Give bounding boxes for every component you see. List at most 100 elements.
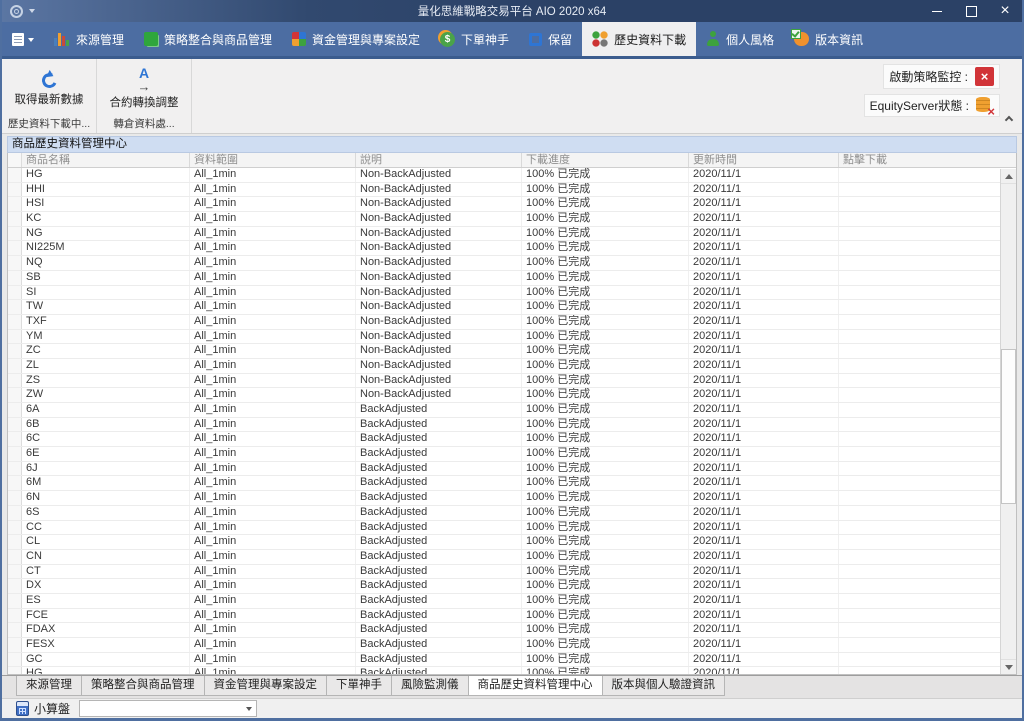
row-selector-cell[interactable] [8, 565, 22, 579]
row-selector-cell[interactable] [8, 286, 22, 300]
column-header-description[interactable]: 說明 [356, 153, 522, 167]
minimize-button[interactable] [920, 0, 954, 22]
cell-click-download[interactable] [839, 227, 1000, 241]
cell-click-download[interactable] [839, 521, 1000, 535]
ribbon-tab[interactable]: 歷史資料下載 [582, 22, 696, 56]
cell-click-download[interactable] [839, 212, 1000, 226]
cell-click-download[interactable] [839, 623, 1000, 637]
cell-click-download[interactable] [839, 286, 1000, 300]
column-header-click-download[interactable]: 點擊下載 [839, 153, 1016, 167]
table-row[interactable]: HG All_1min BackAdjusted 100% 已完成 2020/1… [8, 667, 1000, 674]
cell-click-download[interactable] [839, 183, 1000, 197]
row-selector-cell[interactable] [8, 300, 22, 314]
cell-click-download[interactable] [839, 418, 1000, 432]
cell-click-download[interactable] [839, 315, 1000, 329]
table-row[interactable]: CT All_1min BackAdjusted 100% 已完成 2020/1… [8, 565, 1000, 580]
ribbon-tab[interactable]: 下單神手 [430, 22, 519, 56]
ribbon-tab[interactable]: 版本資訊 [784, 22, 873, 56]
maximize-button[interactable] [954, 0, 988, 22]
table-row[interactable]: YM All_1min Non-BackAdjusted 100% 已完成 20… [8, 330, 1000, 345]
bottom-tab[interactable]: 商品歷史資料管理中心 [468, 676, 603, 696]
table-row[interactable]: NQ All_1min Non-BackAdjusted 100% 已完成 20… [8, 256, 1000, 271]
column-header-product-name[interactable]: 商品名稱 [22, 153, 190, 167]
table-row[interactable]: 6C All_1min BackAdjusted 100% 已完成 2020/1… [8, 432, 1000, 447]
row-selector-cell[interactable] [8, 447, 22, 461]
row-selector-cell[interactable] [8, 535, 22, 549]
cell-click-download[interactable] [839, 271, 1000, 285]
ribbon-group-footer[interactable]: 轉倉資料處... [97, 116, 191, 133]
row-selector-cell[interactable] [8, 623, 22, 637]
cell-click-download[interactable] [839, 447, 1000, 461]
row-selector-cell[interactable] [8, 462, 22, 476]
ribbon-button[interactable]: 合約轉換調整 [97, 59, 191, 116]
table-row[interactable]: ZS All_1min Non-BackAdjusted 100% 已完成 20… [8, 374, 1000, 389]
cell-click-download[interactable] [839, 344, 1000, 358]
app-logo-icon[interactable] [10, 5, 23, 18]
bottom-tab[interactable]: 資金管理與專案設定 [204, 676, 328, 696]
row-selector-cell[interactable] [8, 374, 22, 388]
titlebar-dropdown-caret-icon[interactable] [29, 9, 35, 16]
scrollbar-thumb[interactable] [1001, 349, 1016, 504]
cell-click-download[interactable] [839, 359, 1000, 373]
column-header-data-range[interactable]: 資料範圍 [190, 153, 356, 167]
cell-click-download[interactable] [839, 330, 1000, 344]
table-row[interactable]: HSI All_1min Non-BackAdjusted 100% 已完成 2… [8, 197, 1000, 212]
row-selector-cell[interactable] [8, 227, 22, 241]
row-selector-cell[interactable] [8, 241, 22, 255]
ribbon-group-footer[interactable]: 歷史資料下載中... [2, 116, 96, 133]
table-row[interactable]: TXF All_1min Non-BackAdjusted 100% 已完成 2… [8, 315, 1000, 330]
ribbon-tab[interactable]: 策略整合與商品管理 [134, 22, 282, 56]
cell-click-download[interactable] [839, 168, 1000, 182]
bottom-tab[interactable]: 版本與個人驗證資訊 [602, 676, 726, 696]
table-row[interactable]: 6J All_1min BackAdjusted 100% 已完成 2020/1… [8, 462, 1000, 477]
cell-click-download[interactable] [839, 432, 1000, 446]
row-selector-cell[interactable] [8, 653, 22, 667]
vertical-scrollbar[interactable] [1000, 169, 1016, 674]
table-row[interactable]: ES All_1min BackAdjusted 100% 已完成 2020/1… [8, 594, 1000, 609]
table-row[interactable]: 6M All_1min BackAdjusted 100% 已完成 2020/1… [8, 476, 1000, 491]
row-selector-cell[interactable] [8, 491, 22, 505]
cell-click-download[interactable] [839, 403, 1000, 417]
cell-click-download[interactable] [839, 609, 1000, 623]
table-row[interactable]: TW All_1min Non-BackAdjusted 100% 已完成 20… [8, 300, 1000, 315]
row-selector-cell[interactable] [8, 550, 22, 564]
cell-click-download[interactable] [839, 565, 1000, 579]
cell-click-download[interactable] [839, 594, 1000, 608]
calculator-icon[interactable] [16, 701, 29, 716]
table-row[interactable]: FCE All_1min BackAdjusted 100% 已完成 2020/… [8, 609, 1000, 624]
row-selector-cell[interactable] [8, 168, 22, 182]
table-row[interactable]: FESX All_1min BackAdjusted 100% 已完成 2020… [8, 638, 1000, 653]
ribbon-tab[interactable]: 資金管理與專案設定 [282, 22, 430, 56]
ribbon-tab[interactable]: 個人風格 [696, 22, 784, 56]
row-selector-cell[interactable] [8, 197, 22, 211]
table-row[interactable]: ZW All_1min Non-BackAdjusted 100% 已完成 20… [8, 388, 1000, 403]
cell-click-download[interactable] [839, 667, 1000, 674]
statusbar-combobox[interactable] [79, 700, 257, 717]
table-row[interactable]: DX All_1min BackAdjusted 100% 已完成 2020/1… [8, 579, 1000, 594]
table-row[interactable]: 6S All_1min BackAdjusted 100% 已完成 2020/1… [8, 506, 1000, 521]
cell-click-download[interactable] [839, 638, 1000, 652]
row-selector-cell[interactable] [8, 506, 22, 520]
table-row[interactable]: 6A All_1min BackAdjusted 100% 已完成 2020/1… [8, 403, 1000, 418]
bottom-tab[interactable]: 下單神手 [326, 676, 392, 696]
table-row[interactable]: CL All_1min BackAdjusted 100% 已完成 2020/1… [8, 535, 1000, 550]
table-row[interactable]: KC All_1min Non-BackAdjusted 100% 已完成 20… [8, 212, 1000, 227]
cell-click-download[interactable] [839, 388, 1000, 402]
table-row[interactable]: CN All_1min BackAdjusted 100% 已完成 2020/1… [8, 550, 1000, 565]
row-selector-cell[interactable] [8, 476, 22, 490]
row-selector-header[interactable] [8, 153, 22, 167]
bottom-tab[interactable]: 策略整合與商品管理 [81, 676, 205, 696]
cell-click-download[interactable] [839, 300, 1000, 314]
ribbon-collapse-button[interactable] [1006, 110, 1012, 128]
row-selector-cell[interactable] [8, 388, 22, 402]
table-row[interactable]: NI225M All_1min Non-BackAdjusted 100% 已完… [8, 241, 1000, 256]
equity-server-status-button[interactable]: EquityServer狀態 : [864, 94, 1000, 117]
table-row[interactable]: CC All_1min BackAdjusted 100% 已完成 2020/1… [8, 521, 1000, 536]
row-selector-cell[interactable] [8, 594, 22, 608]
table-row[interactable]: GC All_1min BackAdjusted 100% 已完成 2020/1… [8, 653, 1000, 668]
row-selector-cell[interactable] [8, 418, 22, 432]
cell-click-download[interactable] [839, 535, 1000, 549]
row-selector-cell[interactable] [8, 183, 22, 197]
file-menu-button[interactable] [2, 22, 44, 56]
row-selector-cell[interactable] [8, 667, 22, 674]
